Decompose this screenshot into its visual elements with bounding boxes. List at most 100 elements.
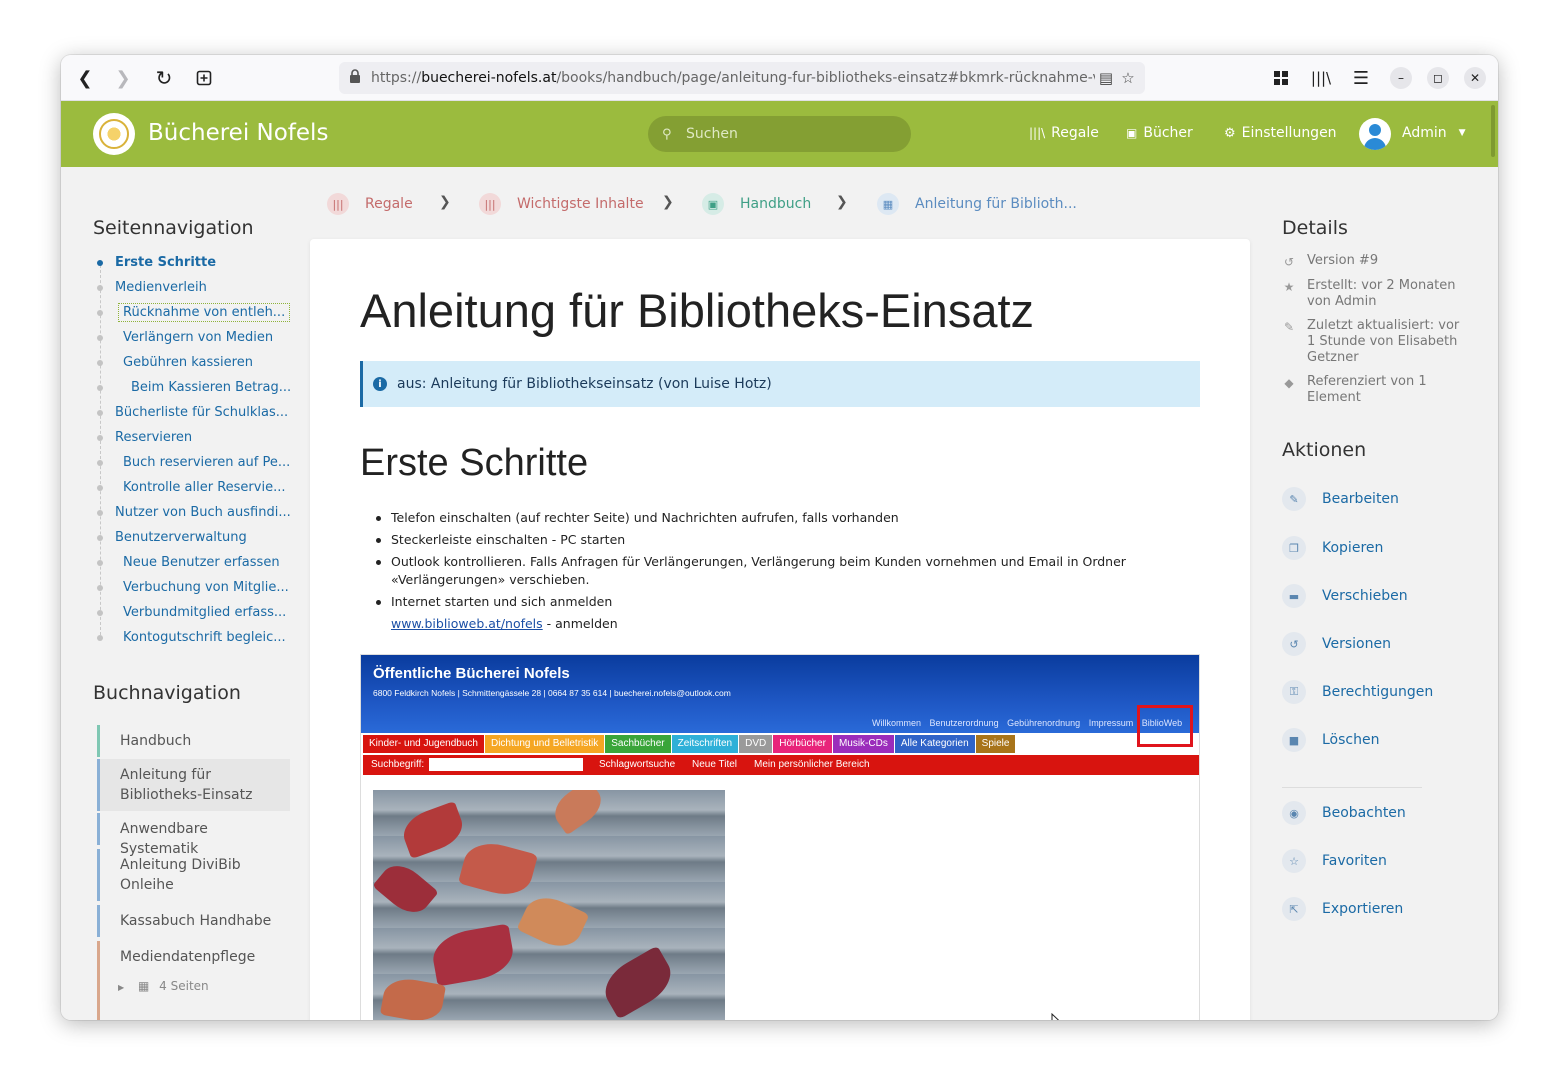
nav-regale[interactable]: |||\ Regale: [1029, 125, 1099, 141]
page-nav-item[interactable]: Verlängern von Medien: [123, 330, 273, 345]
site-logo[interactable]: [93, 113, 135, 155]
action-verschieben[interactable]: ▬ Verschieben: [1282, 584, 1408, 608]
book-nav-label: Onleihe: [120, 877, 174, 893]
page-nav-item[interactable]: Benutzerverwaltung: [115, 530, 247, 545]
shelves-icon: |||\: [1029, 126, 1046, 140]
search-input[interactable]: ⚲ Suchen: [648, 116, 911, 152]
breadcrumb-current-page[interactable]: ▦ Anleitung für Biblioth...: [877, 193, 1077, 215]
action-label: Bearbeiten: [1322, 491, 1399, 507]
book-nav-divibib[interactable]: Anleitung DiviBib Onleihe: [97, 849, 290, 901]
page-nav-item[interactable]: Verbuchung von Mitglie...: [123, 580, 289, 595]
pencil-icon: ✎: [1283, 320, 1295, 334]
nav-dot: [97, 485, 103, 491]
list-item-sub: www.biblioweb.at/nofels - anmelden: [360, 615, 1180, 633]
scrollbar[interactable]: [1491, 105, 1495, 157]
site-name[interactable]: Bücherei Nofels: [148, 120, 328, 146]
eye-icon: ◉: [1282, 801, 1306, 825]
detail-version: ↺ Version #9: [1282, 253, 1467, 269]
nav-dot: [97, 335, 103, 341]
embedded-header: Öffentliche Bücherei Nofels 6800 Feldkir…: [361, 655, 1199, 733]
action-label: Beobachten: [1322, 805, 1406, 821]
action-kopieren[interactable]: ❐ Kopieren: [1282, 536, 1383, 560]
close-icon[interactable]: ✕: [1464, 67, 1486, 89]
action-löschen[interactable]: ■ Löschen: [1282, 728, 1379, 752]
nav-einstellungen-label: Einstellungen: [1241, 125, 1337, 141]
subpages-toggle[interactable]: ▶ ▦ 4 Seiten: [118, 979, 209, 993]
bookmark-star-icon[interactable]: ☆: [1117, 69, 1139, 87]
nav-einstellungen[interactable]: ⚙ Einstellungen: [1224, 125, 1337, 141]
action-berechtigungen[interactable]: ⚿ Berechtigungen: [1282, 680, 1433, 704]
maximize-icon[interactable]: ◻: [1427, 67, 1449, 89]
action-beobachten[interactable]: ◉ Beobachten: [1282, 801, 1406, 825]
url-bar[interactable]: https://buecherei-nofels.at/books/handbu…: [339, 62, 1145, 94]
action-bearbeiten[interactable]: ✎ Bearbeiten: [1282, 487, 1399, 511]
action-label: Kopieren: [1322, 540, 1384, 556]
book-nav-systematik[interactable]: Anwendbare Systematik: [97, 813, 290, 857]
action-label: Exportieren: [1322, 901, 1404, 917]
back-icon[interactable]: ❮: [70, 63, 100, 93]
embedded-category: Spiele: [975, 735, 1016, 753]
nav-buecher[interactable]: ▣ Bücher: [1126, 125, 1193, 141]
page-nav-item[interactable]: Rücknahme von entleh...: [118, 303, 291, 322]
embedded-category: Kinder- und Jugendbuch: [363, 735, 484, 753]
library-icon[interactable]: |||\: [1306, 63, 1336, 93]
minimize-icon[interactable]: –: [1390, 67, 1412, 89]
page-nav-item[interactable]: Gebühren kassieren: [123, 355, 253, 370]
reader-view-icon[interactable]: ▤: [1095, 69, 1117, 87]
book-nav-anleitung-bibliothek[interactable]: Anleitung für Bibliotheks-Einsatz: [97, 759, 290, 811]
page-nav-item[interactable]: Nutzer von Buch ausfindi...: [115, 505, 291, 520]
actions-heading: Aktionen: [1282, 439, 1367, 461]
page-title: Anleitung für Bibliotheks-Einsatz: [360, 284, 1035, 337]
nav-buecher-label: Bücher: [1143, 125, 1193, 141]
book-nav-kassabuch[interactable]: Kassabuch Handhabe: [97, 905, 290, 937]
page-nav-item[interactable]: Bücherliste für Schulklas...: [115, 405, 288, 420]
page-nav-item[interactable]: Beim Kassieren Betrag...: [131, 380, 291, 395]
menu-icon[interactable]: ☰: [1346, 63, 1376, 93]
breadcrumb-handbuch[interactable]: ▣ Handbuch: [702, 193, 811, 215]
embedded-search-label: Suchbegriff:: [371, 759, 425, 770]
reload-icon[interactable]: ↻: [149, 63, 179, 93]
page-nav-item[interactable]: Erste Schritte: [115, 255, 216, 270]
detail-text: Zuletzt aktualisiert: vor 1 Stunde von E…: [1307, 318, 1460, 365]
detail-referenced[interactable]: ◆ Referenziert von 1 Element: [1282, 374, 1467, 406]
detail-text: Version #9: [1307, 253, 1379, 268]
nav-dot: [97, 635, 103, 641]
embedded-categories: Kinder- und Jugendbuch Dichtung und Belle…: [363, 735, 1016, 753]
mouse-cursor-icon: [1051, 1012, 1063, 1020]
breadcrumb-regale[interactable]: ||| Regale: [327, 193, 413, 215]
new-tab-icon[interactable]: [189, 63, 219, 93]
book-nav-handbuch[interactable]: Handbuch: [97, 725, 290, 757]
page-nav-item[interactable]: Medienverleih: [115, 280, 207, 295]
page-nav-item[interactable]: Buch reservieren auf Pe...: [123, 455, 290, 470]
forward-icon[interactable]: ❯: [108, 63, 138, 93]
chevron-right-icon: ❯: [439, 194, 451, 210]
book-nav-label: Mediendatenpflege: [120, 949, 256, 965]
action-versionen[interactable]: ↺ Versionen: [1282, 632, 1391, 656]
action-exportieren[interactable]: ⇱ Exportieren: [1282, 897, 1403, 921]
page-nav-heading: Seitennavigation: [93, 217, 254, 239]
shelf-icon: |||: [479, 193, 501, 215]
breadcrumb-wichtigste-inhalte[interactable]: ||| Wichtigste Inhalte: [479, 193, 644, 215]
page-body: Seitennavigation Erste Schritte Medienver…: [61, 167, 1498, 1020]
content-card: Anleitung für Bibliotheks-Einsatz i aus:…: [310, 239, 1250, 1020]
nav-dot: [97, 535, 103, 541]
avatar[interactable]: [1359, 118, 1391, 150]
browser-window: ❮ ❯ ↻ https://buecherei-nofels.at/books/…: [61, 55, 1498, 1020]
detail-text: Erstellt: vor 2 Monaten von Admin: [1307, 278, 1456, 309]
page-nav-item[interactable]: Verbundmitglied erfass...: [123, 605, 286, 620]
page-nav-item[interactable]: Kontogutschrift begleic...: [123, 630, 286, 645]
page-nav-item[interactable]: Neue Benutzer erfassen: [123, 555, 280, 570]
action-favoriten[interactable]: ☆ Favoriten: [1282, 849, 1387, 873]
edit-icon: ✎: [1282, 487, 1306, 511]
list-item: Telefon einschalten (auf rechter Seite) …: [360, 509, 1180, 527]
biblioweb-link[interactable]: www.biblioweb.at/nofels: [391, 616, 543, 631]
embedded-bar-link: Neue Titel: [692, 759, 738, 770]
page-nav-item[interactable]: Kontrolle aller Reservie...: [123, 480, 285, 495]
star-icon: ★: [1283, 280, 1295, 294]
reference-icon: ◆: [1284, 376, 1294, 390]
breadcrumb-label: Regale: [365, 196, 413, 212]
page-nav-item[interactable]: Reservieren: [115, 430, 192, 445]
folder-icon: ▬: [1282, 584, 1306, 608]
extensions-grid-icon[interactable]: [1266, 63, 1296, 93]
user-menu[interactable]: Admin ▼: [1402, 125, 1466, 141]
